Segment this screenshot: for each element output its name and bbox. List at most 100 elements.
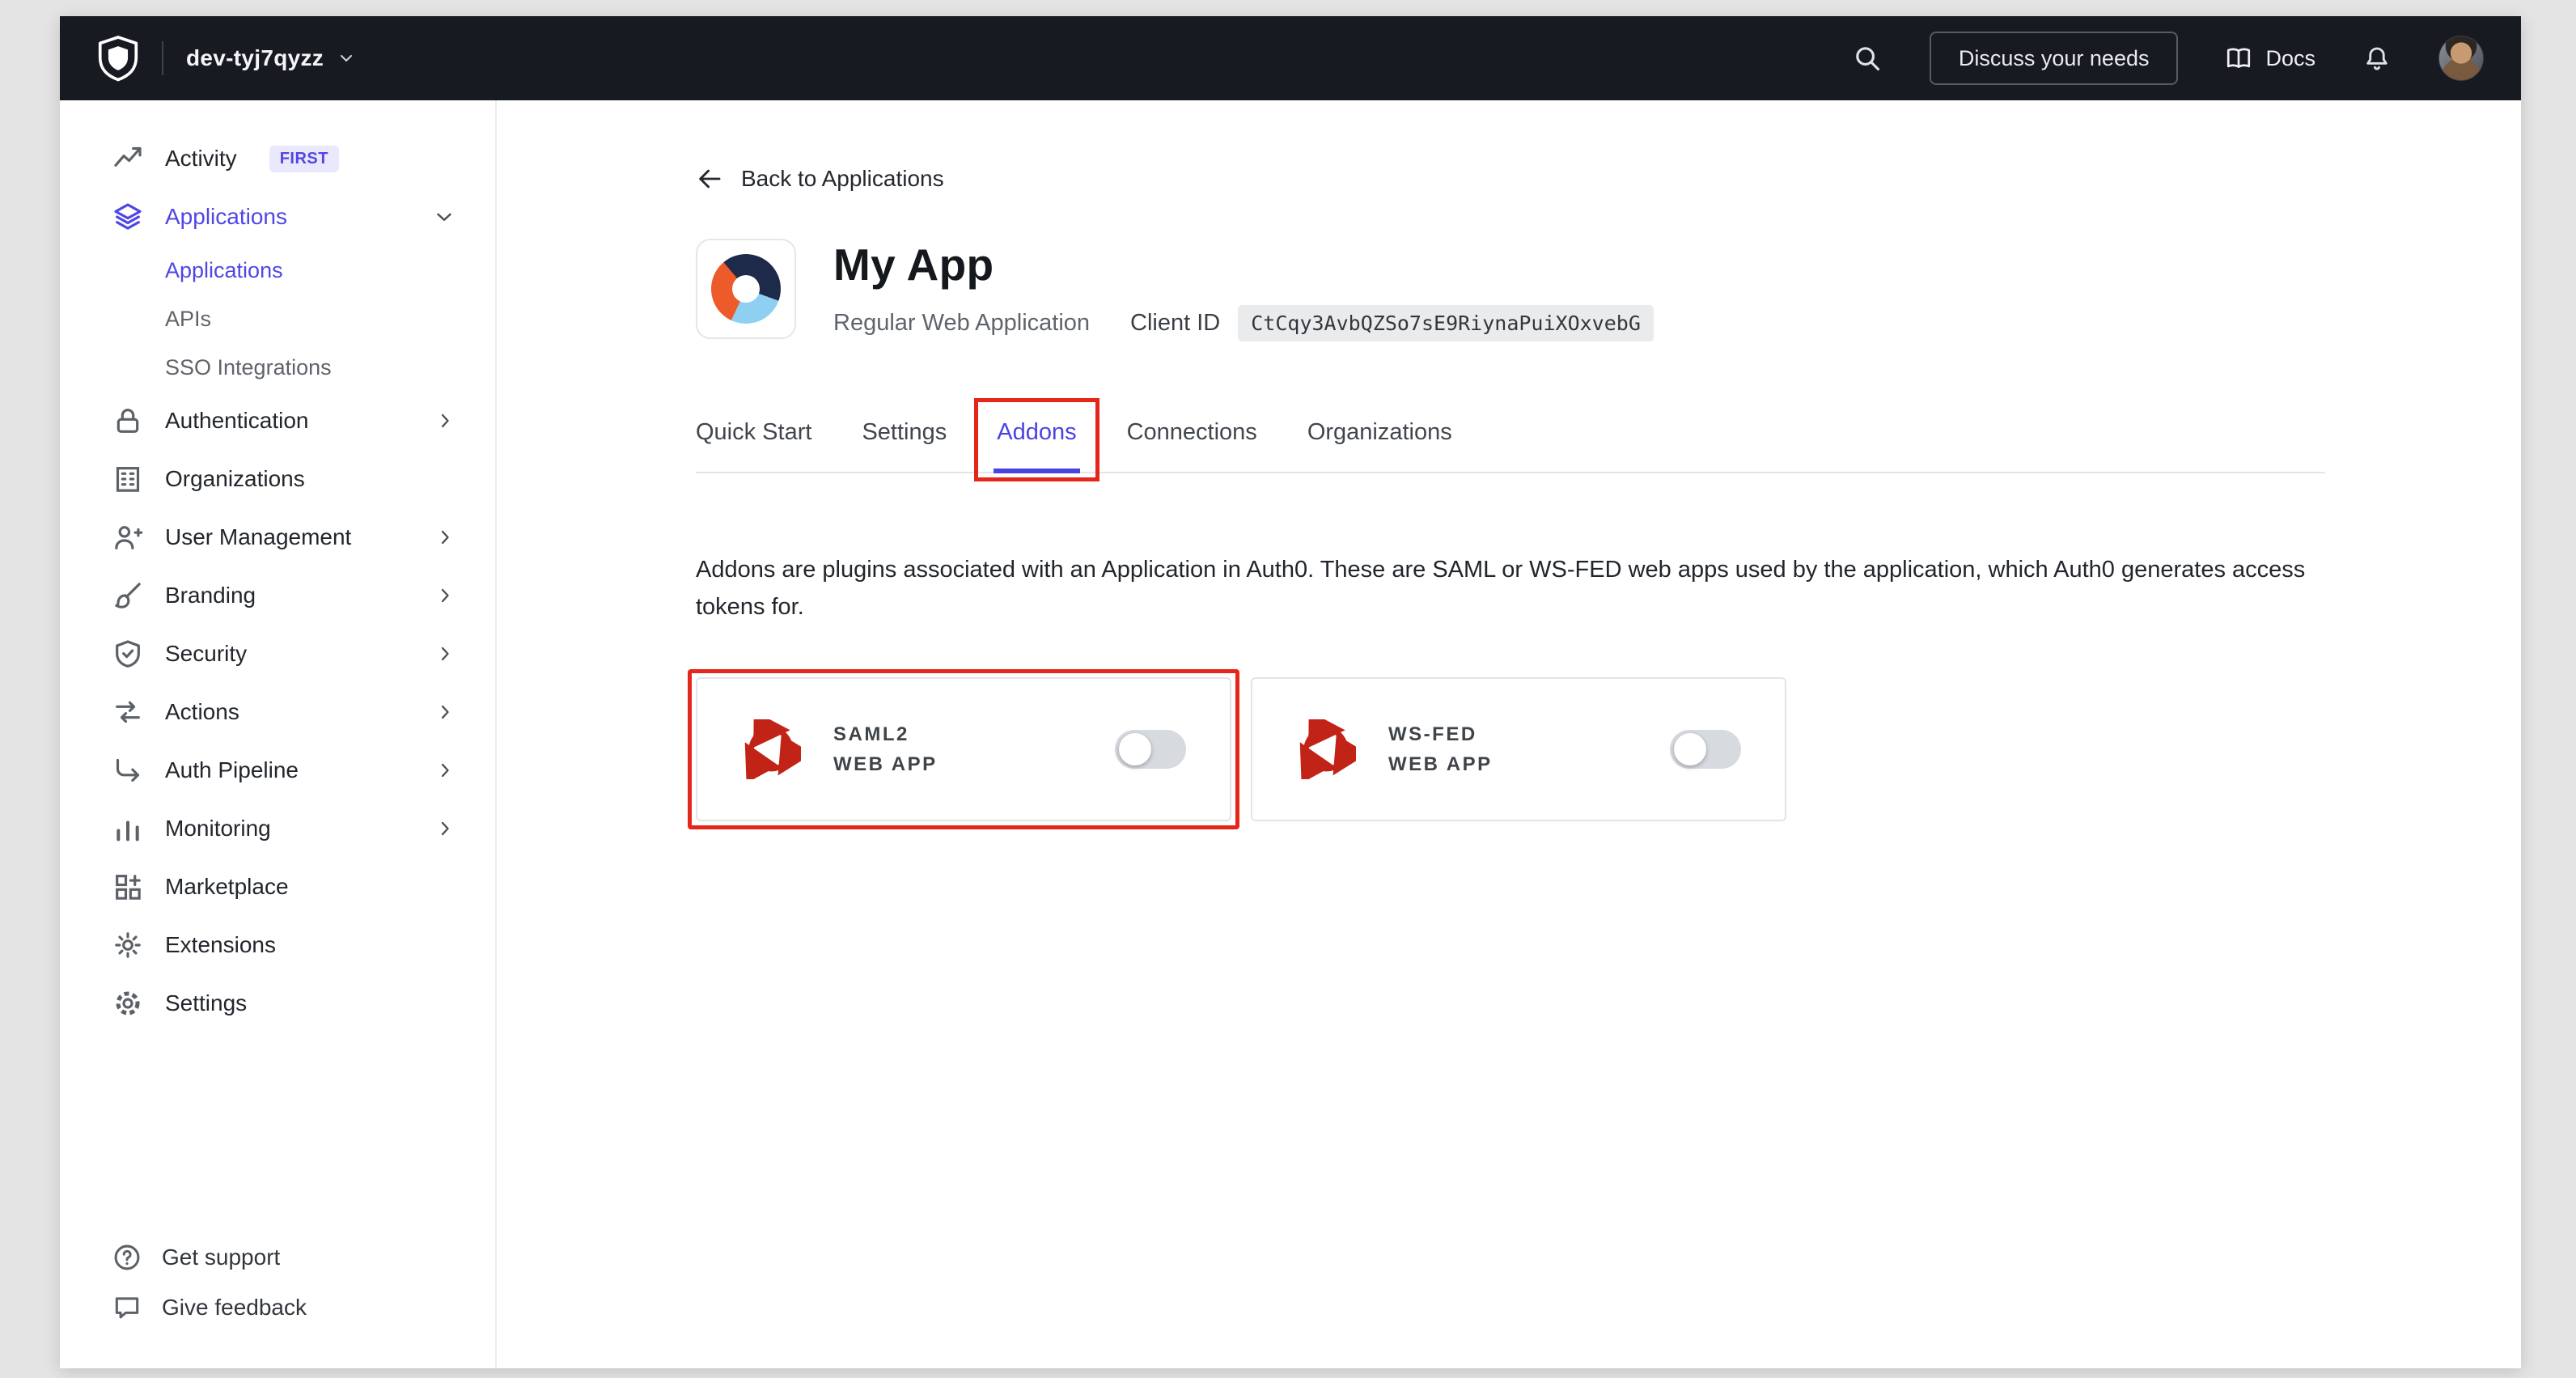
sidebar-item-user-management[interactable]: User Management	[60, 508, 495, 566]
chevron-right-icon	[434, 817, 456, 840]
sidebar-item-label: Authentication	[165, 408, 308, 434]
footer-label: Get support	[162, 1244, 280, 1270]
sidebar-item-extensions[interactable]: Extensions	[60, 916, 495, 974]
sidebar-item-label: Monitoring	[165, 816, 271, 842]
sidebar-item-authentication[interactable]: Authentication	[60, 392, 495, 450]
pipeline-icon	[112, 754, 144, 787]
app-title: My App	[833, 239, 1654, 290]
activity-icon	[112, 142, 144, 175]
give-feedback-link[interactable]: Give feedback	[60, 1283, 495, 1333]
arrow-left-icon	[696, 165, 723, 193]
tenant-name: dev-tyj7qyzz	[186, 45, 324, 71]
saml2-toggle[interactable]	[1115, 730, 1186, 769]
sidebar-item-label: Marketplace	[165, 874, 289, 900]
addon-card-wsfed[interactable]: WS-FED WEB APP	[1251, 677, 1786, 821]
chevron-right-icon	[434, 701, 456, 723]
sidebar-item-settings[interactable]: Settings	[60, 974, 495, 1032]
sidebar-item-label: Auth Pipeline	[165, 757, 299, 783]
feedback-icon	[112, 1292, 142, 1323]
tab-label: Connections	[1127, 419, 1257, 445]
lock-icon	[112, 405, 144, 437]
sidebar-item-security[interactable]: Security	[60, 625, 495, 683]
tab-quick-start[interactable]: Quick Start	[696, 419, 811, 472]
chevron-down-icon	[337, 49, 356, 68]
tab-settings[interactable]: Settings	[862, 419, 947, 472]
sidebar-item-applications[interactable]: Applications	[60, 188, 495, 246]
help-icon	[112, 1242, 142, 1273]
subitem-label: Applications	[165, 258, 283, 283]
addon-name-line2: WEB APP	[1388, 749, 1493, 779]
addon-name-line1: SAML2	[833, 719, 938, 749]
addon-name-line1: WS-FED	[1388, 719, 1493, 749]
sidebar-subitem-sso-integrations[interactable]: SSO Integrations	[60, 343, 495, 392]
avatar[interactable]	[2438, 36, 2484, 81]
bar-chart-icon	[112, 812, 144, 845]
sidebar-item-label: Organizations	[165, 466, 305, 492]
saml2-logo	[741, 719, 801, 779]
tab-label: Settings	[862, 419, 947, 445]
chevron-right-icon	[434, 642, 456, 665]
sidebar-item-marketplace[interactable]: Marketplace	[60, 858, 495, 916]
sidebar-footer: Get support Give feedback	[60, 1232, 495, 1333]
search-icon[interactable]	[1852, 43, 1883, 74]
sidebar-item-label: Activity	[165, 146, 237, 172]
chevron-right-icon	[434, 759, 456, 782]
extensions-icon	[112, 929, 144, 961]
sidebar-item-auth-pipeline[interactable]: Auth Pipeline	[60, 741, 495, 799]
chevron-right-icon	[434, 409, 456, 432]
tab-label: Organizations	[1307, 419, 1452, 445]
back-link-label: Back to Applications	[741, 166, 944, 192]
app-logo	[696, 239, 796, 339]
sidebar-item-actions[interactable]: Actions	[60, 683, 495, 741]
tab-label: Addons	[997, 419, 1076, 445]
tab-connections[interactable]: Connections	[1127, 419, 1257, 472]
brand: dev-tyj7qyzz	[97, 35, 356, 82]
sidebar-subitem-applications[interactable]: Applications	[60, 246, 495, 295]
sidebar-item-activity[interactable]: Activity FIRST	[60, 129, 495, 188]
addons-description: Addons are plugins associated with an Ap…	[696, 551, 2338, 625]
app-window: dev-tyj7qyzz Discuss your needs Docs	[60, 16, 2521, 1368]
get-support-link[interactable]: Get support	[60, 1232, 495, 1283]
marketplace-icon	[112, 871, 144, 903]
sidebar-item-label: Applications	[165, 204, 287, 230]
bell-icon[interactable]	[2362, 44, 2392, 73]
active-tab-underline	[994, 469, 1079, 473]
brand-divider	[162, 41, 163, 75]
client-id-value: CtCqy3AvbQZSo7sE9RiynaPuiXOxvebG	[1238, 305, 1654, 341]
wsfed-toggle[interactable]	[1670, 730, 1741, 769]
topbar: dev-tyj7qyzz Discuss your needs Docs	[60, 16, 2521, 100]
sidebar-subitem-apis[interactable]: APIs	[60, 295, 495, 343]
addons-row: SAML2 WEB APP	[696, 677, 2521, 821]
back-to-applications-link[interactable]: Back to Applications	[696, 165, 944, 193]
brush-icon	[112, 579, 144, 612]
addon-card-saml2[interactable]: SAML2 WEB APP	[696, 677, 1231, 821]
topbar-actions: Discuss your needs Docs	[1852, 32, 2484, 85]
tab-bar: Quick Start Settings Addons Connections …	[696, 419, 2325, 473]
docs-link[interactable]: Docs	[2225, 45, 2315, 72]
tenant-switcher[interactable]: dev-tyj7qyzz	[186, 45, 356, 71]
main-content: Back to Applications My App Regular Web …	[497, 100, 2521, 1368]
chevron-right-icon	[434, 526, 456, 549]
addon-name: WS-FED WEB APP	[1388, 719, 1493, 779]
discuss-needs-button[interactable]: Discuss your needs	[1930, 32, 2179, 85]
subitem-label: APIs	[165, 307, 211, 332]
gear-icon	[112, 987, 144, 1020]
app-logo-donut	[711, 254, 781, 324]
tab-addons[interactable]: Addons	[997, 419, 1076, 472]
sidebar: Activity FIRST Applications Applications…	[60, 100, 497, 1368]
tab-label: Quick Start	[696, 419, 811, 445]
sidebar-item-label: Security	[165, 641, 247, 667]
docs-label: Docs	[2265, 46, 2315, 71]
sidebar-item-label: User Management	[165, 524, 351, 550]
sidebar-item-label: Branding	[165, 583, 256, 608]
app-header: My App Regular Web Application Client ID…	[696, 239, 2521, 341]
sidebar-item-organizations[interactable]: Organizations	[60, 450, 495, 508]
sidebar-item-monitoring[interactable]: Monitoring	[60, 799, 495, 858]
flow-icon	[112, 696, 144, 728]
sidebar-item-branding[interactable]: Branding	[60, 566, 495, 625]
app-meta: Regular Web Application Client ID CtCqy3…	[833, 305, 1654, 341]
sidebar-item-label: Settings	[165, 990, 247, 1016]
tab-organizations[interactable]: Organizations	[1307, 419, 1452, 472]
chevron-right-icon	[434, 584, 456, 607]
layers-icon	[112, 201, 144, 233]
